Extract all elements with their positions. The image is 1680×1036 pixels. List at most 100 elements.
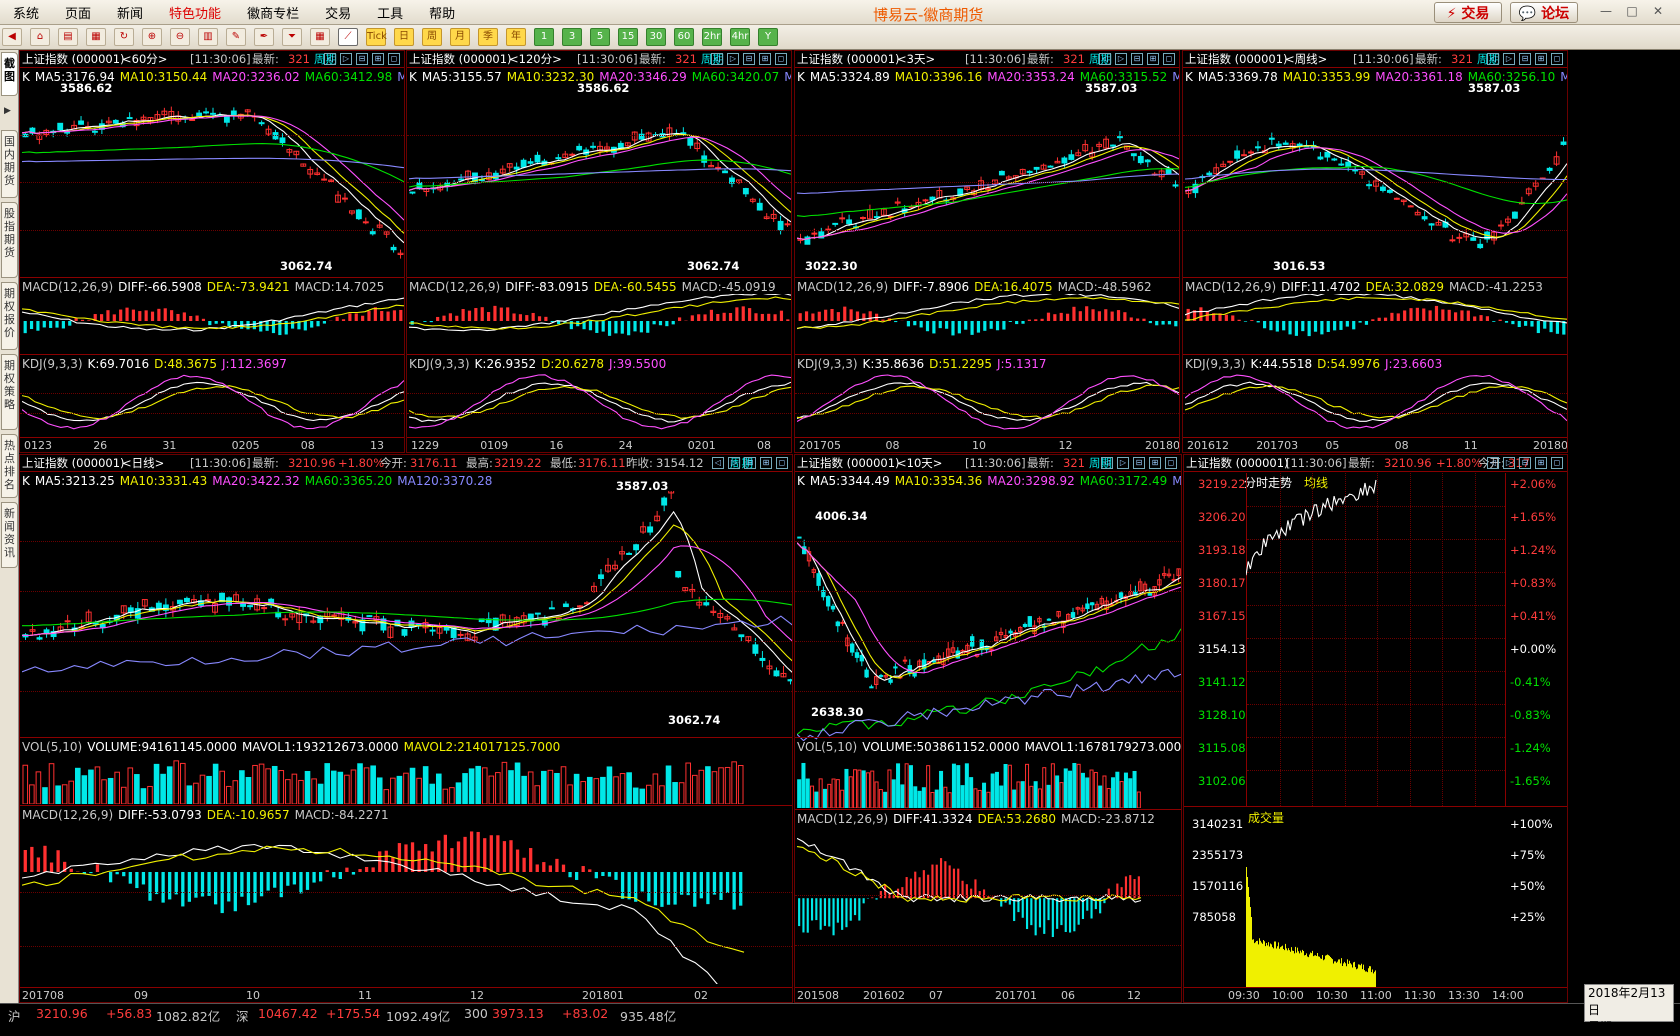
panel-control-4[interactable]: ◻ [1551, 457, 1563, 469]
menu-item-7[interactable]: 帮助 [416, 3, 468, 22]
panel-control-2[interactable]: ⊟ [743, 53, 755, 65]
panel-control-2[interactable]: ⊟ [1131, 53, 1143, 65]
zoom-in-icon[interactable]: ⊕ [142, 28, 162, 46]
kdj-1: K:44.5518 [1250, 357, 1313, 371]
home-icon[interactable]: ⌂ [30, 28, 50, 46]
period-button-3[interactable]: 月 [450, 28, 470, 46]
period-button-4[interactable]: 季 [478, 28, 498, 46]
menu-item-6[interactable]: 工具 [364, 3, 416, 22]
panel-control-1[interactable]: ▷ [1503, 53, 1515, 65]
panel-control-1[interactable]: ▷ [340, 53, 352, 65]
left-tab-0[interactable]: 截图 [1, 52, 18, 96]
panel-control-0[interactable]: ◁ [711, 53, 723, 65]
panel-control-4[interactable]: ◻ [388, 53, 400, 65]
intraday-chart-panel[interactable]: 上证指数 (000001) [11:30:06] 最新: 3210.96 +1.80% 今… [1183, 454, 1568, 1003]
close-icon[interactable]: ✕ [1650, 3, 1666, 19]
minimize-icon[interactable]: — [1598, 3, 1614, 19]
panel-control-2[interactable]: ⊟ [744, 457, 756, 469]
menu-item-1[interactable]: 页面 [52, 3, 104, 22]
panel-control-3[interactable]: ⊞ [1535, 53, 1547, 65]
chart-panel-2[interactable]: 上证指数 (000001) <3天> [11:30:06] 最新: 321 周期 ◁ ▷ ⊟ ⊞ ◻… [794, 50, 1180, 453]
funnel-icon[interactable]: ⏷ [282, 28, 302, 46]
panel-control-1[interactable]: ▷ [1503, 457, 1515, 469]
k-candle [1498, 224, 1504, 227]
panel-control-2[interactable]: ⊟ [1519, 457, 1531, 469]
panel-control-1[interactable]: ▷ [1117, 457, 1129, 469]
refresh-icon[interactable]: ↻ [114, 28, 134, 46]
panel-control-2[interactable]: ⊟ [356, 53, 368, 65]
panel-control-0[interactable]: ◁ [1487, 53, 1499, 65]
period-button-5[interactable]: 年 [506, 28, 526, 46]
period-button-1[interactable]: 日 [394, 28, 414, 46]
panel-control-0[interactable]: ◁ [324, 53, 336, 65]
trade-button[interactable]: ⚡ 交易 [1434, 2, 1502, 23]
panel-control-3[interactable]: ⊞ [372, 53, 384, 65]
book-icon[interactable]: ▤ [58, 28, 78, 46]
ink-icon[interactable]: ✒ [254, 28, 274, 46]
chart-panel-3[interactable]: 上证指数 (000001) <周线> [11:30:06] 最新: 321 周期 ◁ ▷ ⊟ ⊞ ◻… [1182, 50, 1568, 453]
period-button-2[interactable]: 周 [422, 28, 442, 46]
period-button-7[interactable]: 3 [562, 28, 582, 46]
panel-control-1[interactable]: ▷ [728, 457, 740, 469]
period-button-14[interactable]: Y [758, 28, 778, 46]
left-tab-5[interactable]: 热点排名 [1, 434, 18, 498]
panel-control-3[interactable]: ⊞ [759, 53, 771, 65]
panel-control-3[interactable]: ⊞ [1147, 53, 1159, 65]
panel-control-3[interactable]: ⊞ [1149, 457, 1161, 469]
panel-control-1[interactable]: ▷ [727, 53, 739, 65]
panel-control-2[interactable]: ⊟ [1133, 457, 1145, 469]
maximize-icon[interactable]: □ [1624, 3, 1640, 19]
tenday-chart-panel[interactable]: 上证指数 (000001) <10天> [11:30:06] 最新: 321 周期 ◁ ▷ ⊟ ⊞… [794, 454, 1182, 1003]
panel-control-4[interactable]: ◻ [1165, 457, 1177, 469]
macd-label: MACD(12,26,9) DIFF:41.3324 DEA:53.2680 MACD… [797, 812, 1160, 826]
left-tab-6[interactable]: 新闻资讯 [1, 502, 18, 568]
period-button-13[interactable]: 4hr [730, 28, 750, 46]
collapse-arrow-icon[interactable]: ▶ [4, 106, 11, 116]
panel-control-4[interactable]: ◻ [776, 457, 788, 469]
stack-icon[interactable]: ▥ [198, 28, 218, 46]
panel-control-0[interactable]: ◁ [1101, 457, 1113, 469]
zoom-out-icon[interactable]: ⊖ [170, 28, 190, 46]
ma-3: MA20:3236.02 [212, 70, 300, 84]
volume-bar [324, 763, 331, 804]
menu-item-4[interactable]: 徽商专栏 [234, 3, 312, 22]
macd-1: DIFF:-53.0793 [118, 808, 202, 822]
period-button-9[interactable]: 15 [618, 28, 638, 46]
panel-control-0[interactable]: ◁ [1099, 53, 1111, 65]
grid-line [795, 641, 1181, 642]
period-button-10[interactable]: 30 [646, 28, 666, 46]
pen-icon[interactable]: ✎ [226, 28, 246, 46]
period-button-6[interactable]: 1 [534, 28, 554, 46]
forum-button[interactable]: 💬 论坛 [1510, 2, 1578, 23]
panel-control-0[interactable]: ◁ [1487, 457, 1499, 469]
chart-panel-1[interactable]: 上证指数 (000001) <120分> [11:30:06] 最新: 321 周期 ◁ ▷ ⊟… [406, 50, 792, 453]
period-button-12[interactable]: 2hr [702, 28, 722, 46]
menu-item-5[interactable]: 交易 [312, 3, 364, 22]
menu-item-0[interactable]: 系统 [0, 3, 52, 22]
panel-control-2[interactable]: ⊟ [1519, 53, 1531, 65]
menu-item-3[interactable]: 特色功能 [156, 3, 234, 22]
period-button-8[interactable]: 5 [590, 28, 610, 46]
back-icon[interactable]: ◀ [2, 28, 22, 46]
left-tab-4[interactable]: 期权策略 [1, 354, 18, 430]
panel-control-4[interactable]: ◻ [1163, 53, 1175, 65]
line-chart-icon[interactable]: ⟋ [338, 28, 358, 46]
grid-icon[interactable]: ▦ [310, 28, 330, 46]
panel-control-3[interactable]: ⊞ [1535, 457, 1547, 469]
panel-control-0[interactable]: ◁ [712, 457, 724, 469]
period-button-0[interactable]: Tick [366, 28, 387, 46]
panel-control-4[interactable]: ◻ [775, 53, 787, 65]
daily-chart-panel[interactable]: 上证指数 (000001) <日线> [11:30:06] 最新: 3210.96 +1.… [19, 454, 793, 1003]
panel-control-1[interactable]: ▷ [1115, 53, 1127, 65]
chart-panel-0[interactable]: 上证指数 (000001) <60分> [11:30:06] 最新: 321 周期 ◁ ▷ ⊟ ⊞… [19, 50, 405, 453]
period-button-11[interactable]: 60 [674, 28, 694, 46]
news-icon[interactable]: ▦ [86, 28, 106, 46]
menu-item-2[interactable]: 新闻 [104, 3, 156, 22]
panel-control-3[interactable]: ⊞ [760, 457, 772, 469]
left-tab-2[interactable]: 股指期货 [1, 202, 18, 278]
macd-label: MACD(12,26,9) DIFF:-83.0915 DEA:-60.5455 MA… [409, 280, 781, 294]
left-tab-1[interactable]: 国内期货 [1, 130, 18, 198]
panel-control-4[interactable]: ◻ [1551, 53, 1563, 65]
left-tab-3[interactable]: 期权报价 [1, 282, 18, 350]
k-candle [78, 120, 84, 125]
